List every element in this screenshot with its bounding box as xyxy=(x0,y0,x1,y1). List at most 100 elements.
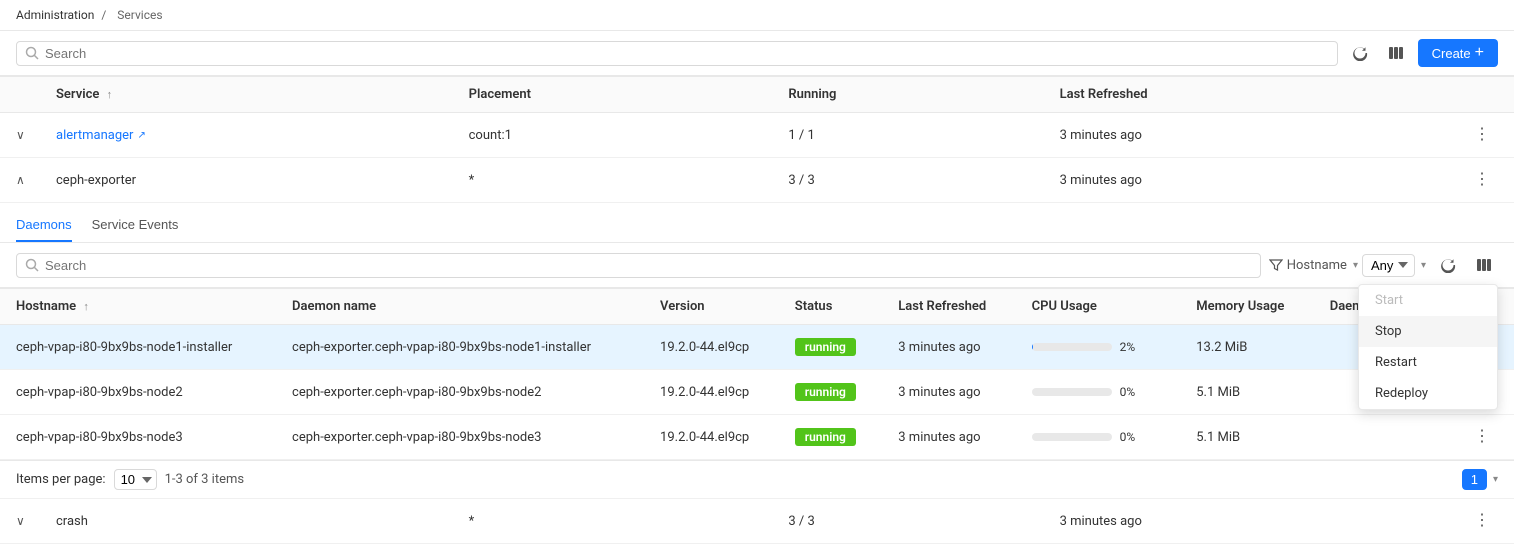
hostname-chevron-icon: ▾ xyxy=(1353,260,1358,271)
daemon-search-icon xyxy=(25,258,39,272)
alertmanager-actions-button[interactable]: ⋮ xyxy=(1466,123,1498,147)
top-toolbar: Create + xyxy=(0,31,1514,76)
th-service-name[interactable]: Service ↑ xyxy=(40,77,453,113)
tab-daemons[interactable]: Daemons xyxy=(16,209,72,242)
th-cpu-usage: CPU Usage xyxy=(1016,289,1181,325)
service-search-box xyxy=(16,41,1338,66)
daemon-table: Hostname ↑ Daemon name Version Status La… xyxy=(0,288,1514,460)
daemon-search-box xyxy=(16,253,1261,278)
daemon-memory-cell: 5.1 MiB xyxy=(1180,415,1314,460)
actions-cell: ⋮ xyxy=(1450,158,1514,203)
start-label: Start xyxy=(1375,293,1403,308)
hostname-filter-select[interactable]: Any xyxy=(1362,254,1415,277)
daemon-toolbar: Hostname ▾ Any ▾ xyxy=(0,243,1514,288)
daemons-expanded-cell: Daemons Service Events Hostname ▾ xyxy=(0,203,1514,499)
ceph-exporter-actions-button[interactable]: ⋮ xyxy=(1466,168,1498,192)
cpu-bar-bg xyxy=(1032,388,1112,396)
crash-actions-button[interactable]: ⋮ xyxy=(1466,509,1498,533)
status-badge: running xyxy=(795,428,856,446)
daemon-name-cell: ceph-exporter.ceph-vpap-i80-9bx9bs-node2 xyxy=(276,370,644,415)
items-per-page-label: Items per page: xyxy=(16,472,106,487)
th-hostname-label: Hostname xyxy=(16,299,76,314)
context-menu-stop[interactable]: Stop xyxy=(1359,316,1497,347)
alertmanager-label: alertmanager xyxy=(56,128,133,143)
daemon-hostname-cell: ceph-vpap-i80-9bx9bs-node3 xyxy=(0,415,276,460)
services-table-wrapper: Service ↑ Placement Running Last Refresh… xyxy=(0,76,1514,544)
th-service xyxy=(0,77,40,113)
th-daemon-last-refreshed: Last Refreshed xyxy=(882,289,1015,325)
cpu-bar-fill xyxy=(1032,343,1034,351)
daemon-status-cell: running xyxy=(779,415,882,460)
cpu-bar-bg xyxy=(1032,343,1112,351)
context-menu-redeploy[interactable]: Redeploy xyxy=(1359,378,1497,409)
daemon-last-refreshed-cell: 3 minutes ago xyxy=(882,325,1015,370)
search-icon xyxy=(25,46,39,60)
expand-crash-button[interactable]: ∨ xyxy=(16,514,25,528)
daemon-refresh-icon xyxy=(1440,257,1456,273)
filter-extra-chevron: ▾ xyxy=(1421,260,1426,271)
cpu-label: 0% xyxy=(1120,430,1148,444)
cpu-label: 0% xyxy=(1120,385,1148,399)
daemon-cpu-cell: 0% xyxy=(1016,415,1181,460)
actions-cell: ⋮ xyxy=(1450,499,1514,544)
tab-service-events[interactable]: Service Events xyxy=(92,209,179,242)
breadcrumb-admin[interactable]: Administration xyxy=(16,8,94,22)
placement-cell: * xyxy=(453,158,773,203)
ceph-exporter-label: ceph-exporter xyxy=(56,173,136,188)
page-1-button[interactable]: 1 xyxy=(1462,469,1487,490)
daemon-hostname-cell: ceph-vpap-i80-9bx9bs-node1-installer xyxy=(0,325,276,370)
cpu-bar: 0% xyxy=(1032,430,1165,444)
pagination-row: Items per page: 10 25 50 1-3 of 3 items … xyxy=(0,460,1514,498)
daemon-search-input[interactable] xyxy=(45,258,1252,273)
stop-label: Stop xyxy=(1375,324,1402,339)
running-cell: 3 / 3 xyxy=(772,499,1043,544)
services-table-body: ∨ alertmanager ↗ count:1 1 / 1 3 minutes… xyxy=(0,113,1514,544)
expand-cell: ∨ xyxy=(0,499,40,544)
alertmanager-link[interactable]: alertmanager ↗ xyxy=(56,128,437,143)
filter-group: Hostname ▾ Any ▾ xyxy=(1269,254,1426,277)
refresh-button[interactable] xyxy=(1346,39,1374,67)
service-search-input[interactable] xyxy=(45,46,1329,61)
context-menu-restart[interactable]: Restart xyxy=(1359,347,1497,378)
services-table-header: Service ↑ Placement Running Last Refresh… xyxy=(0,77,1514,113)
breadcrumb-sep: / xyxy=(101,8,109,22)
restart-label: Restart xyxy=(1375,355,1417,370)
expand-ceph-exporter-button[interactable]: ∧ xyxy=(16,173,25,187)
daemon-version-cell: 19.2.0-44.el9cp xyxy=(644,370,779,415)
sort-icon-service: ↑ xyxy=(107,88,113,101)
status-badge: running xyxy=(795,383,856,401)
crash-label: crash xyxy=(56,514,88,529)
daemon-row-actions: ⋮ xyxy=(1466,425,1498,449)
th-placement: Placement xyxy=(453,77,773,113)
columns-button[interactable] xyxy=(1382,39,1410,67)
filter-icon xyxy=(1269,258,1283,272)
page-size-select[interactable]: 10 25 50 xyxy=(114,469,157,490)
placement-cell: * xyxy=(453,499,773,544)
context-menu-start[interactable]: Start xyxy=(1359,285,1497,316)
placement-cell: count:1 xyxy=(453,113,773,158)
external-link-icon: ↗ xyxy=(137,130,145,141)
daemon3-actions-button[interactable]: ⋮ xyxy=(1466,425,1498,449)
daemon-status-cell: running xyxy=(779,370,882,415)
daemon-hostname-cell: ceph-vpap-i80-9bx9bs-node2 xyxy=(0,370,276,415)
th-memory-usage: Memory Usage xyxy=(1180,289,1314,325)
daemon-memory-cell: 13.2 MiB xyxy=(1180,325,1314,370)
daemon-table-header: Hostname ↑ Daemon name Version Status La… xyxy=(0,289,1514,325)
th-hostname[interactable]: Hostname ↑ xyxy=(0,289,276,325)
daemon-refresh-button[interactable] xyxy=(1434,251,1462,279)
services-table: Service ↑ Placement Running Last Refresh… xyxy=(0,76,1514,544)
expand-cell: ∧ xyxy=(0,158,40,203)
columns-icon xyxy=(1388,45,1404,61)
hostname-filter-label: Hostname xyxy=(1287,258,1347,273)
daemon-columns-button[interactable] xyxy=(1470,251,1498,279)
table-row: ceph-vpap-i80-9bx9bs-node1-installer cep… xyxy=(0,325,1514,370)
daemon-last-refreshed-cell: 3 minutes ago xyxy=(882,370,1015,415)
daemon-version-cell: 19.2.0-44.el9cp xyxy=(644,325,779,370)
create-button[interactable]: Create + xyxy=(1418,39,1498,67)
th-status: Status xyxy=(779,289,882,325)
cpu-label: 2% xyxy=(1120,340,1148,354)
row-actions: ⋮ xyxy=(1466,168,1498,192)
expand-alertmanager-button[interactable]: ∨ xyxy=(16,128,25,142)
refresh-icon xyxy=(1352,45,1368,61)
running-cell: 3 / 3 xyxy=(772,158,1043,203)
